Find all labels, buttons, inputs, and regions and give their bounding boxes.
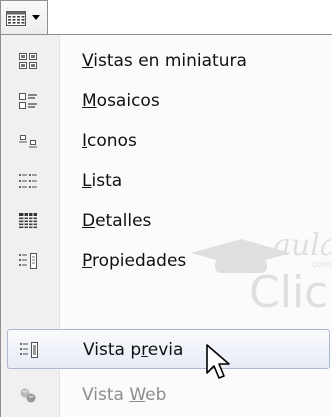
thumbnails-view-icon: [19, 53, 37, 69]
menu-item-detalles[interactable]: Detalles: [7, 201, 330, 241]
menu-item-label: Vista previa: [83, 340, 184, 360]
menu-item-label: Vista Web: [82, 385, 167, 405]
tiles-view-icon: [19, 93, 37, 109]
menu-item-vista-previa[interactable]: Vista previa: [7, 329, 330, 369]
properties-view-icon: [19, 253, 37, 269]
menu-item-label: Propiedades: [82, 251, 187, 271]
menu-item-propiedades[interactable]: Propiedades: [7, 241, 330, 281]
details-view-icon: [19, 213, 37, 229]
preview-view-icon: [20, 342, 38, 358]
web-view-icon: [20, 388, 36, 403]
icons-view-icon: [19, 135, 37, 148]
list-view-icon: [19, 174, 37, 188]
menu-item-mosaicos[interactable]: Mosaicos: [7, 81, 330, 121]
mouse-pointer-icon: [206, 344, 230, 379]
menu-item-label: Mosaicos: [82, 91, 160, 111]
menu-item-label: Lista: [82, 171, 123, 191]
view-menu: aula .com Clic Vistas en miniatura Mosai…: [0, 34, 332, 417]
view-dropdown-button[interactable]: [0, 0, 48, 35]
view-details-icon: [6, 11, 26, 26]
menu-item-label: Vistas en miniatura: [82, 51, 247, 71]
menu-item-label: Detalles: [82, 211, 152, 231]
menu-item-vistas-en-miniatura[interactable]: Vistas en miniatura: [7, 41, 330, 81]
menu-item-label: Iconos: [82, 131, 137, 151]
menu-item-iconos[interactable]: Iconos: [7, 121, 330, 161]
chevron-down-icon[interactable]: [32, 15, 40, 20]
menu-item-lista[interactable]: Lista: [7, 161, 330, 201]
menu-item-vista-web: Vista Web: [7, 375, 330, 415]
